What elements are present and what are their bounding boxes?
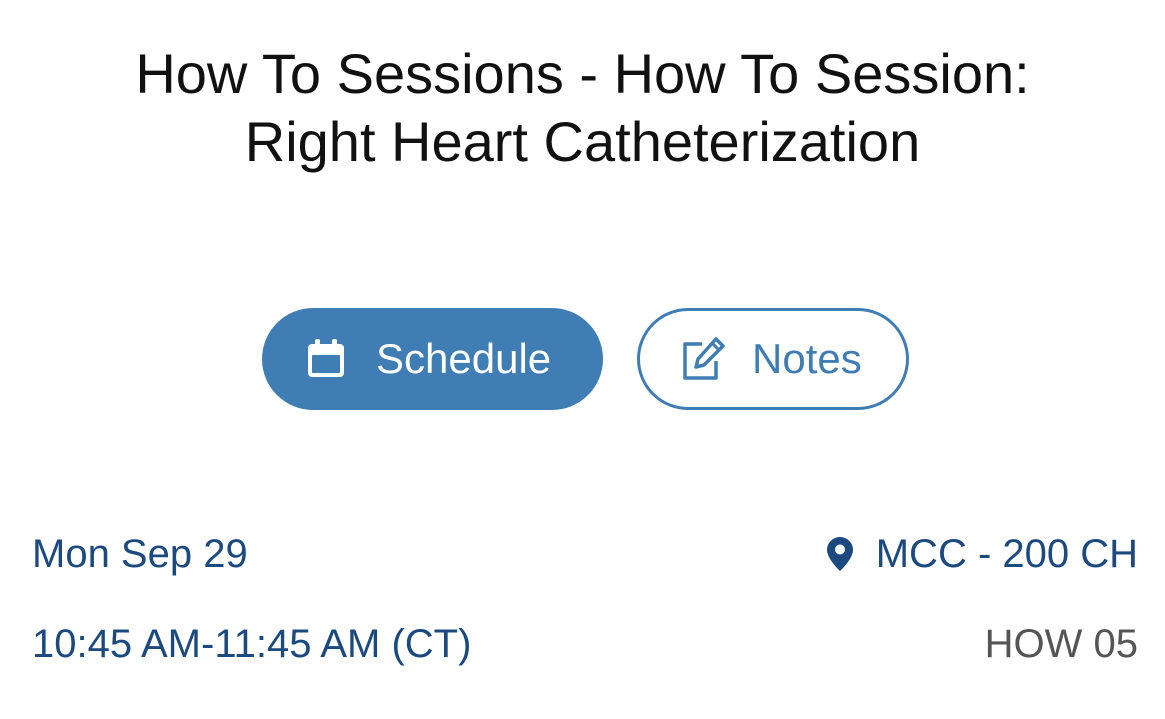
schedule-button[interactable]: Schedule: [262, 308, 603, 410]
edit-note-icon: [678, 335, 726, 383]
session-time: 10:45 AM-11:45 AM (CT): [32, 622, 472, 666]
session-title-line-1: How To Sessions - How To Session:: [135, 42, 1030, 105]
session-title: How To Sessions - How To Session: Right …: [0, 40, 1165, 176]
session-title-line-2: Right Heart Catheterization: [244, 110, 921, 173]
session-location-label: MCC - 200 CH: [875, 532, 1138, 576]
notes-button[interactable]: Notes: [637, 308, 909, 410]
session-code: HOW 05: [984, 622, 1138, 666]
calendar-icon: [302, 335, 350, 383]
map-pin-icon: [826, 536, 854, 572]
schedule-button-label: Schedule: [376, 335, 552, 382]
notes-button-label: Notes: [752, 335, 862, 382]
session-location: MCC - 200 CH: [826, 530, 1138, 578]
session-date: Mon Sep 29: [32, 532, 248, 576]
